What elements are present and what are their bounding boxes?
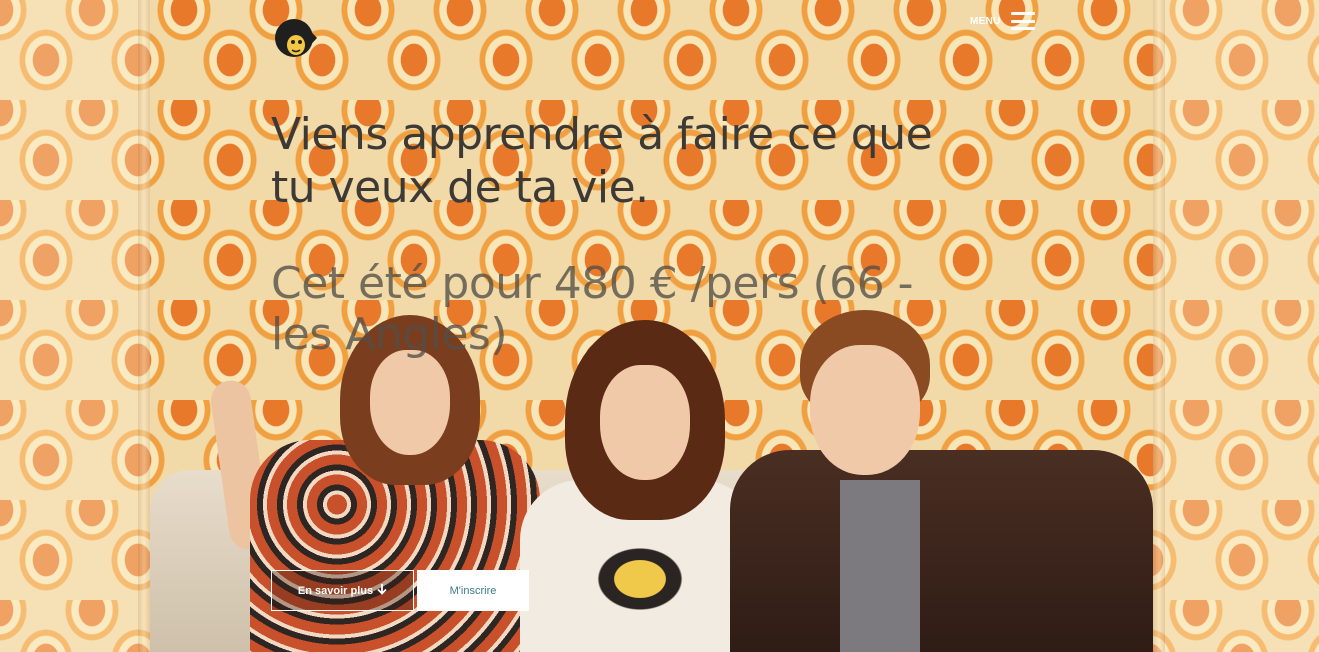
arrow-down-icon	[377, 583, 387, 598]
hero-text: Viens apprendre à faire ce que tu veux d…	[271, 108, 971, 360]
page: MENU Viens apprendre à faire ce que tu v…	[0, 0, 1319, 652]
hero-price-line: Cet été pour 480 € /pers (66 - les Angle…	[271, 258, 914, 360]
signup-button[interactable]: M'inscrire	[417, 570, 529, 611]
left-frame-edge	[138, 0, 150, 652]
menu-button[interactable]: MENU	[970, 12, 1035, 30]
left-wallpaper-panel	[0, 0, 150, 652]
hero-headline: Viens apprendre à faire ce que tu veux d…	[271, 109, 933, 213]
learn-more-label: En savoir plus	[297, 584, 374, 597]
hero-actions: En savoir plus M'inscrire	[271, 570, 529, 611]
learn-more-button[interactable]: En savoir plus	[271, 570, 414, 611]
hamburger-icon[interactable]	[1010, 12, 1035, 30]
right-frame-edge	[1153, 0, 1165, 652]
mascot-logo-icon[interactable]	[274, 16, 318, 62]
right-wallpaper-panel	[1153, 0, 1319, 652]
person-right	[730, 310, 1153, 652]
menu-label: MENU	[970, 15, 1001, 27]
